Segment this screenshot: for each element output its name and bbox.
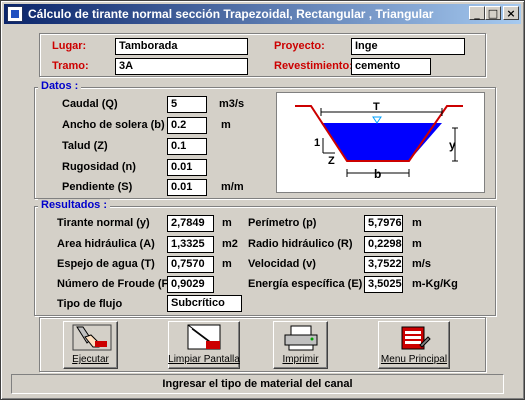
rugosidad-input[interactable]: 0.01 — [167, 159, 207, 176]
diagram-t-label: T — [373, 101, 380, 113]
resultados-title: Resultados : — [38, 199, 111, 211]
caudal-label: Caudal (Q) — [62, 98, 118, 110]
espejo-label: Espejo de agua (T) — [57, 258, 155, 270]
limpiar-pantalla-button[interactable]: Limpiar Pantalla — [168, 321, 240, 369]
menu-caption: Menu Principal — [380, 354, 448, 365]
area-label: Area hidráulica (A) — [57, 238, 155, 250]
energia-label: Energía específica (E) — [248, 278, 363, 290]
velocidad-unit: m/s — [412, 258, 431, 270]
diagram-z-label: Z — [328, 155, 335, 167]
espejo-unit: m — [222, 258, 232, 270]
menu-principal-button[interactable]: Menu Principal — [378, 321, 450, 369]
tramo-label: Tramo: — [52, 60, 89, 72]
status-bar: Ingresar el tipo de material del canal — [11, 374, 504, 394]
espejo-output: 0,7570 — [167, 256, 214, 273]
energia-output: 3,5025 — [364, 276, 403, 293]
title-bar[interactable]: Cálculo de tirante normal sección Trapez… — [4, 4, 521, 24]
radio-label: Radio hidráulico (R) — [248, 238, 353, 250]
diagram-y-label: y — [449, 138, 456, 152]
run-calculation-icon — [72, 324, 111, 351]
revestimiento-label: Revestimiento: — [274, 60, 353, 72]
pendiente-unit: m/m — [221, 181, 244, 193]
lugar-label: Lugar: — [52, 40, 87, 52]
rugosidad-label: Rugosidad (n) — [62, 161, 136, 173]
proyecto-label: Proyecto: — [274, 40, 325, 52]
main-menu-icon — [401, 326, 431, 350]
maximize-button[interactable]: □ — [485, 6, 501, 20]
ancho-unit: m — [221, 119, 231, 131]
datos-title: Datos : — [38, 80, 82, 92]
perimetro-unit: m — [412, 217, 422, 229]
channel-section-diagram: T y b 1 Z — [276, 92, 485, 193]
caudal-unit: m3/s — [219, 98, 245, 110]
window-title: Cálculo de tirante normal sección Trapez… — [28, 7, 434, 21]
pendiente-input[interactable]: 0.01 — [167, 179, 207, 196]
header-panel: Lugar: Tamborada Proyecto: Inge Tramo: 3… — [39, 33, 486, 77]
velocidad-label: Velocidad (v) — [248, 258, 316, 270]
perimetro-output: 5,7976 — [364, 215, 403, 232]
talud-input[interactable]: 0.1 — [167, 138, 207, 155]
tirante-output: 2,7849 — [167, 215, 214, 232]
pendiente-label: Pendiente (S) — [62, 181, 133, 193]
ancho-label: Ancho de solera (b) — [62, 119, 165, 131]
app-icon[interactable] — [7, 6, 23, 22]
perimetro-label: Perímetro (p) — [248, 217, 317, 229]
printer-icon — [284, 325, 317, 351]
ejecutar-caption: Ejecutar — [72, 354, 109, 365]
clear-screen-icon — [187, 324, 221, 350]
lugar-field[interactable]: Tamborada — [115, 38, 248, 55]
area-unit: m2 — [222, 238, 238, 250]
ancho-input[interactable]: 0.2 — [167, 117, 207, 134]
imprimir-button[interactable]: Imprimir — [273, 321, 328, 369]
minimize-button[interactable]: _ — [469, 6, 485, 20]
water-surface-marker — [372, 116, 382, 124]
limpiar-caption: Limpiar Pantalla — [168, 354, 240, 365]
proyecto-field[interactable]: Inge — [351, 38, 465, 55]
area-output: 1,3325 — [167, 236, 214, 253]
talud-label: Talud (Z) — [62, 140, 108, 152]
tirante-unit: m — [222, 217, 232, 229]
trapezoid-diagram: T y b 1 Z — [295, 101, 463, 181]
radio-unit: m — [412, 238, 422, 250]
energia-unit: m-Kg/Kg — [412, 278, 458, 290]
revestimiento-field[interactable]: cemento — [351, 58, 431, 75]
caudal-input[interactable]: 5 — [167, 96, 207, 113]
flujo-label: Tipo de flujo — [57, 298, 123, 310]
radio-output: 0,2298 — [364, 236, 403, 253]
diagram-b-label: b — [374, 167, 381, 181]
main-window: Cálculo de tirante normal sección Trapez… — [0, 0, 525, 400]
flujo-output: Subcrítico — [167, 295, 242, 312]
diagram-one-label: 1 — [314, 137, 320, 149]
imprimir-caption: Imprimir — [282, 354, 319, 365]
ejecutar-button[interactable]: Ejecutar — [63, 321, 118, 369]
velocidad-output: 3,7522 — [364, 256, 403, 273]
froude-output: 0,9029 — [167, 276, 214, 293]
tirante-label: Tirante normal (y) — [57, 217, 150, 229]
close-button[interactable]: × — [503, 6, 519, 20]
tramo-field[interactable]: 3A — [115, 58, 248, 75]
froude-label: Número de Froude (F) — [57, 278, 172, 290]
